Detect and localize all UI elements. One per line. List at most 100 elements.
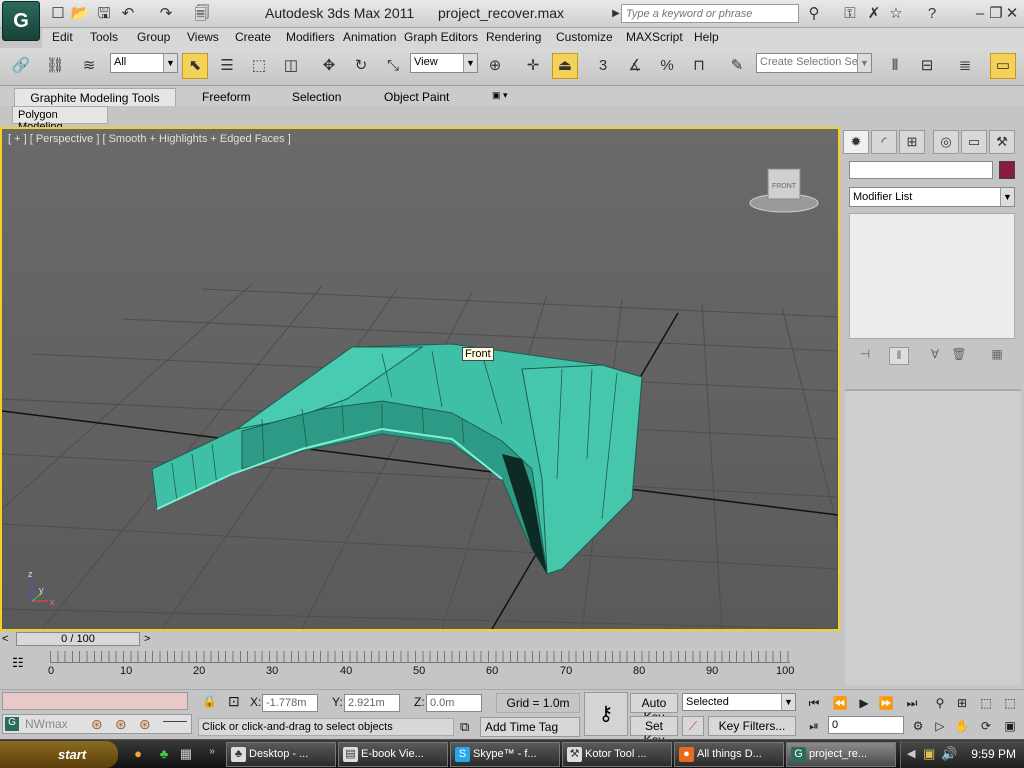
default-in-out-tangent-icon[interactable]: ⟋ <box>682 716 704 736</box>
time-configuration-icon[interactable]: ⚙ <box>908 716 928 736</box>
tool-icon-1[interactable]: ⊛ <box>91 716 103 733</box>
calendar-quicklaunch-icon[interactable]: ▦ <box>178 746 194 762</box>
motion-tab-icon[interactable]: ◎ <box>933 130 959 154</box>
select-manipulate-icon[interactable]: ✛ <box>520 53 546 79</box>
menu-help[interactable]: Help <box>694 30 719 44</box>
time-tag-icon[interactable]: ⧉ <box>460 719 469 735</box>
task-kotor-tool[interactable]: ⚒ Kotor Tool ... <box>562 742 672 767</box>
layer-manager-icon[interactable]: ≣ <box>952 53 978 79</box>
pan-icon[interactable]: ✋ <box>952 716 972 736</box>
menu-modifiers[interactable]: Modifiers <box>286 30 335 44</box>
modify-tab-icon[interactable]: ◜ <box>871 130 897 154</box>
menu-graph-editors[interactable]: Graph Editors <box>404 30 478 44</box>
selection-filter-dropdown[interactable]: All ▼ <box>110 53 178 73</box>
task-project-recover[interactable]: Gproject_re... <box>786 742 896 767</box>
time-slider-thumb[interactable]: 0 / 100 <box>16 632 140 646</box>
zoom-extents-icon[interactable]: ⬚ <box>976 693 996 713</box>
menu-views[interactable]: Views <box>187 30 219 44</box>
menu-customize[interactable]: Customize <box>556 30 613 44</box>
tray-arrow-icon[interactable]: ◀ <box>907 747 915 760</box>
mirror-icon[interactable]: ⫴ <box>882 53 908 79</box>
menu-group[interactable]: Group <box>137 30 170 44</box>
snaps-toggle-icon[interactable]: 3 <box>590 53 616 79</box>
object-name-field[interactable] <box>849 161 993 179</box>
zoom-icon[interactable]: ⚲ <box>930 693 950 713</box>
save-file-icon[interactable]: 🖫 <box>94 4 114 24</box>
keyboard-shortcut-override-icon[interactable]: ⏏ <box>552 53 578 79</box>
spinner-snap-icon[interactable]: ⊓ <box>686 53 712 79</box>
clover-quicklaunch-icon[interactable]: ♣ <box>156 746 172 762</box>
new-file-icon[interactable]: ☐ <box>48 4 68 24</box>
track-bar[interactable]: ☷ 0 10 20 30 40 50 60 70 80 90 100 <box>0 651 840 681</box>
maxscript-listener-field[interactable] <box>2 692 188 710</box>
zoom-all-icon[interactable]: ⊞ <box>952 693 972 713</box>
task-ebook-viewer[interactable]: ▤ E-book Vie... <box>338 742 448 767</box>
percent-snap-icon[interactable]: % <box>654 53 680 79</box>
reference-coordinate-dropdown[interactable]: View ▼ <box>410 53 478 73</box>
select-and-link-icon[interactable]: 🔗 <box>8 53 34 79</box>
named-selection-set-dropdown[interactable]: Create Selection Se ▼ <box>756 53 872 73</box>
key-filters-button[interactable]: Key Filters... <box>708 716 796 736</box>
menu-rendering[interactable]: Rendering <box>486 30 541 44</box>
task-desktop[interactable]: ♣ Desktop - ... <box>226 742 336 767</box>
configure-modifier-sets-icon[interactable]: ▦ <box>987 347 1007 365</box>
open-file-icon[interactable]: 📂 <box>70 4 90 24</box>
orbit-icon[interactable]: ⟳ <box>976 716 996 736</box>
task-skype[interactable]: S Skype™ - f... <box>450 742 560 767</box>
z-coordinate-field[interactable]: 0.0m <box>426 694 482 712</box>
select-and-move-icon[interactable]: ✥ <box>316 53 342 79</box>
lock-selection-icon[interactable]: 🔒 <box>202 694 217 708</box>
undo-icon[interactable]: ↶ <box>118 4 138 24</box>
angle-snap-icon[interactable]: ∡ <box>622 53 648 79</box>
x-coordinate-field[interactable]: -1.778m <box>262 694 318 712</box>
time-slider-prev-icon[interactable]: < <box>2 633 8 645</box>
absolute-mode-icon[interactable]: ⊡ <box>228 693 240 710</box>
bind-space-warp-icon[interactable]: ≋ <box>76 53 102 79</box>
add-time-tag-button[interactable]: Add Time Tag <box>480 717 580 737</box>
utilities-tab-icon[interactable]: ⚒ <box>989 130 1015 154</box>
mini-curve-editor-icon[interactable]: ☷ <box>12 655 24 671</box>
tray-app-icon[interactable]: ▣ <box>923 746 935 762</box>
select-by-name-icon[interactable]: ☰ <box>214 53 240 79</box>
close-icon[interactable]: ✕ <box>1002 4 1022 24</box>
tab-graphite-modeling-tools[interactable]: Graphite Modeling Tools <box>14 88 176 106</box>
app-menu-icon[interactable]: G <box>2 1 40 41</box>
go-to-start-icon[interactable]: ⏮ <box>804 693 824 713</box>
menu-tools[interactable]: Tools <box>90 30 118 44</box>
select-and-rotate-icon[interactable]: ↻ <box>348 53 374 79</box>
remove-modifier-icon[interactable]: 🗑 <box>949 347 969 365</box>
display-tab-icon[interactable]: ▭ <box>961 130 987 154</box>
ribbon-options-icon[interactable]: ▣ ▾ <box>486 88 514 106</box>
graphite-toggle-icon[interactable]: ▭ <box>990 53 1016 79</box>
key-mode-toggle-icon[interactable]: ⏯ <box>804 716 824 736</box>
current-frame-field[interactable]: 0 <box>828 716 904 734</box>
maximize-viewport-icon[interactable]: ▣ <box>1000 716 1020 736</box>
menu-animation[interactable]: Animation <box>343 30 396 44</box>
project-folder-icon[interactable]: 🗐 <box>192 4 212 24</box>
volume-icon[interactable]: 🔊 <box>941 746 957 762</box>
zoom-extents-all-icon[interactable]: ⬚ <box>1000 693 1020 713</box>
communication-center-icon[interactable]: ✗ <box>864 4 884 24</box>
set-keys-icon[interactable]: ⚷ <box>584 692 628 736</box>
hierarchy-tab-icon[interactable]: ⊞ <box>899 130 925 154</box>
tool-icon-2[interactable]: ⊛ <box>115 716 127 733</box>
previous-frame-icon[interactable]: ⏪ <box>830 693 850 713</box>
unlink-icon[interactable]: ⛓ <box>42 53 68 79</box>
perspective-viewport[interactable]: FRONT z y x [ + ] [ Perspective ] [ Smoo… <box>0 127 840 631</box>
menu-create[interactable]: Create <box>235 30 271 44</box>
next-frame-icon[interactable]: ⏩ <box>876 693 896 713</box>
show-end-result-icon[interactable]: ‖ <box>889 347 909 365</box>
select-and-scale-icon[interactable]: ⤡ <box>380 53 406 79</box>
play-icon[interactable]: ▶ <box>854 693 874 713</box>
align-icon[interactable]: ⊟ <box>914 53 940 79</box>
go-to-end-icon[interactable]: ⏭ <box>902 693 922 713</box>
pin-stack-icon[interactable]: ⊣ <box>855 347 875 365</box>
edit-named-selection-icon[interactable]: ✎ <box>724 53 750 79</box>
viewport-label[interactable]: [ + ] [ Perspective ] [ Smooth + Highlig… <box>8 133 291 145</box>
window-crossing-icon[interactable]: ◫ <box>278 53 304 79</box>
help-icon[interactable]: ? <box>922 4 942 24</box>
more-quicklaunch-icon[interactable]: » <box>204 746 220 762</box>
tool-icon-3[interactable]: ⊛ <box>139 716 151 733</box>
task-all-things[interactable]: ● All things D... <box>674 742 784 767</box>
tab-polygon-modeling[interactable]: Polygon Modeling <box>12 106 108 133</box>
